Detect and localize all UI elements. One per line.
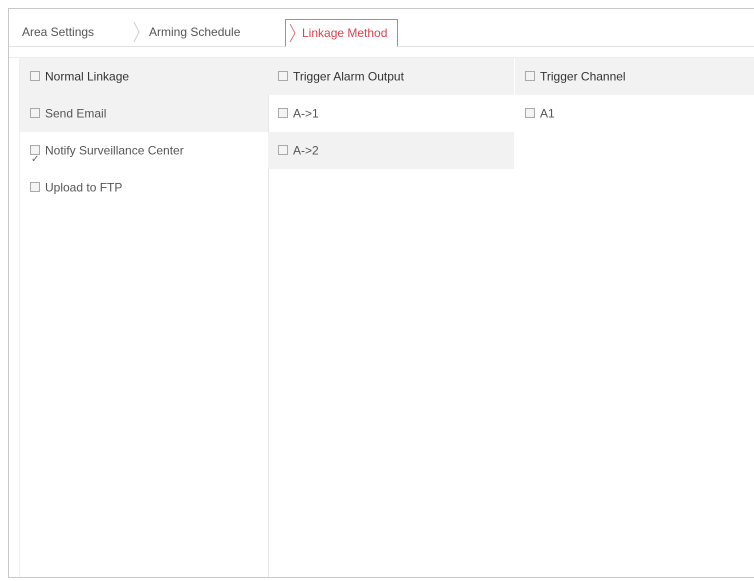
send-email-checkbox[interactable] [30, 107, 40, 118]
alarm-output-a2-label: A->2 [293, 143, 319, 158]
list-item: Notify Surveillance Center [20, 132, 268, 178]
list-item: Upload to FTP [20, 169, 268, 206]
list-item: A->2 [268, 132, 514, 169]
tab-linkage-method[interactable]: Linkage Method [285, 19, 399, 47]
notify-surveillance-center-label: Notify Surveillance Center [45, 143, 184, 158]
normal-linkage-column: Normal Linkage Send Email Notify Surveil… [19, 58, 269, 577]
linkage-panel: Area Settings Arming Schedule Linkage Me… [8, 8, 754, 578]
normal-linkage-select-all-checkbox[interactable] [30, 70, 40, 81]
trigger-channel-header: Trigger Channel [515, 58, 754, 95]
alarm-output-a1-label: A->1 [293, 106, 319, 121]
channel-a1-checkbox[interactable] [525, 107, 535, 118]
list-item: A1 [515, 95, 754, 132]
tab-area-settings[interactable]: Area Settings [22, 20, 94, 44]
alarm-output-a2-checkbox[interactable] [278, 144, 288, 155]
tab-linkage-method-label: Linkage Method [302, 26, 388, 40]
upload-to-ftp-checkbox[interactable] [30, 181, 40, 192]
tab-separator [133, 21, 140, 43]
tab-separator [289, 23, 296, 43]
channel-a1-label: A1 [540, 106, 555, 121]
trigger-alarm-output-select-all-checkbox[interactable] [278, 70, 288, 81]
normal-linkage-header-label: Normal Linkage [45, 69, 130, 84]
upload-to-ftp-label: Upload to FTP [45, 180, 123, 195]
notify-surveillance-center-checkbox[interactable] [30, 141, 40, 178]
trigger-alarm-output-header-label: Trigger Alarm Output [293, 69, 404, 84]
trigger-channel-column: Trigger Channel A1 [515, 58, 754, 577]
tab-arming-schedule[interactable]: Arming Schedule [149, 20, 240, 44]
list-item: Send Email [20, 95, 268, 132]
linkage-content: Normal Linkage Send Email Notify Surveil… [9, 57, 754, 577]
trigger-channel-header-label: Trigger Channel [540, 69, 626, 84]
send-email-label: Send Email [45, 106, 107, 121]
list-item: A->1 [268, 95, 514, 132]
trigger-alarm-output-header: Trigger Alarm Output [268, 58, 514, 95]
trigger-alarm-output-column: Trigger Alarm Output A->1 A->2 [268, 58, 514, 577]
tab-bar: Area Settings Arming Schedule Linkage Me… [9, 9, 754, 47]
normal-linkage-header: Normal Linkage [20, 58, 268, 95]
alarm-output-a1-checkbox[interactable] [278, 107, 288, 118]
trigger-channel-select-all-checkbox[interactable] [525, 70, 535, 81]
